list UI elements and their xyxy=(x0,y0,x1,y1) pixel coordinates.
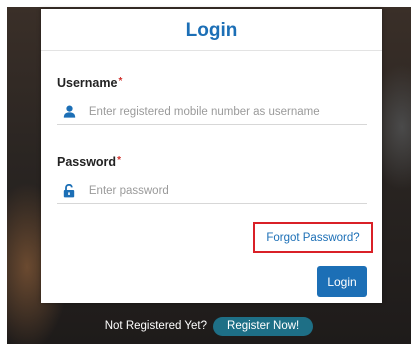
register-footer: Not Registered Yet? Register Now! xyxy=(0,316,418,336)
password-label-text: Password xyxy=(57,155,117,169)
unlock-icon xyxy=(57,183,79,199)
register-now-button[interactable]: Register Now! xyxy=(213,316,314,336)
login-card: Login Username* Password* Forgot Passwor… xyxy=(41,9,382,303)
username-label-text: Username xyxy=(57,76,118,90)
username-field[interactable] xyxy=(57,99,367,125)
password-field[interactable] xyxy=(57,178,367,204)
login-button[interactable]: Login xyxy=(317,266,367,297)
password-input[interactable] xyxy=(88,184,367,197)
user-icon xyxy=(57,104,79,120)
not-registered-text: Not Registered Yet? xyxy=(104,320,208,332)
password-label: Password* xyxy=(57,155,121,169)
forgot-password-link[interactable]: Forgot Password? xyxy=(266,232,359,244)
page-title: Login xyxy=(185,20,238,41)
forgot-password-highlight: Forgot Password? xyxy=(253,222,373,253)
required-mark: * xyxy=(117,155,121,166)
username-label: Username* xyxy=(57,76,122,90)
login-card-header: Login xyxy=(41,9,382,51)
username-input[interactable] xyxy=(88,105,367,118)
required-mark: * xyxy=(118,76,123,87)
